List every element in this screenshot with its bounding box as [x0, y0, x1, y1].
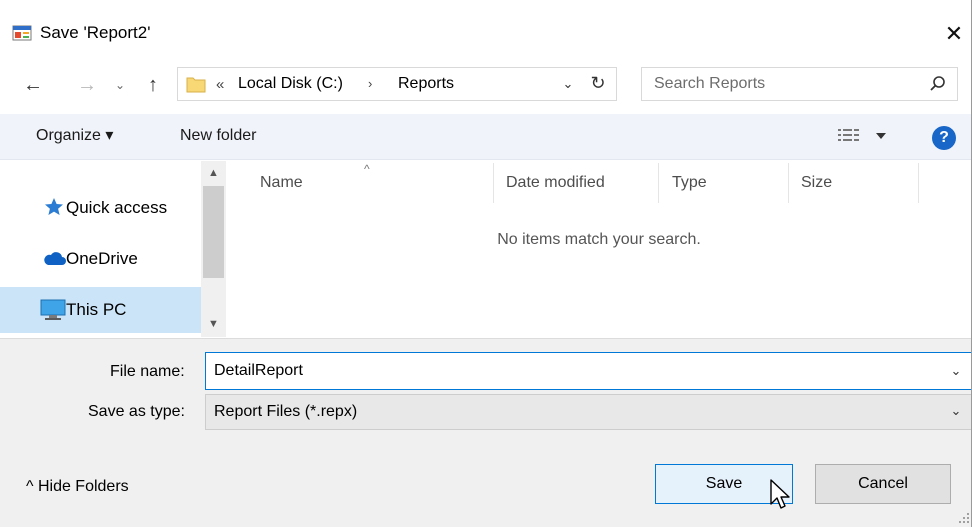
recent-locations-button[interactable]: ⌄ [110, 70, 130, 100]
organize-button[interactable]: Organize ▾ [36, 126, 113, 146]
breadcrumb-local-disk[interactable]: Local Disk (C:) [238, 74, 343, 94]
window-title: Save 'Report2' [40, 23, 151, 42]
sidebar-item-quick-access[interactable]: Quick access [0, 185, 201, 231]
cancel-button[interactable]: Cancel [815, 464, 951, 504]
save-as-type-value[interactable]: Report Files (*.repx) [214, 402, 357, 422]
empty-list-message: No items match your search. [497, 231, 701, 248]
up-button[interactable]: ↑ [138, 70, 168, 100]
save-as-type-dropdown-icon[interactable]: ⌄ [946, 400, 966, 422]
column-divider[interactable] [918, 163, 919, 203]
column-header-name[interactable]: Name [260, 172, 303, 194]
mouse-pointer-icon [770, 479, 790, 509]
sidebar-item-label: Quick access [66, 198, 168, 217]
search-input[interactable] [654, 74, 904, 94]
file-name-input[interactable] [214, 360, 914, 382]
help-button[interactable]: ? [932, 126, 956, 150]
column-divider[interactable] [493, 163, 494, 203]
sidebar-scroll-thumb[interactable] [203, 186, 224, 278]
address-dropdown-icon[interactable]: ⌄ [558, 74, 578, 94]
forward-button[interactable]: → [72, 70, 102, 100]
file-name-label: File name: [110, 363, 185, 380]
computer-icon [40, 299, 66, 320]
file-name-dropdown-icon[interactable]: ⌄ [946, 360, 966, 382]
sidebar-item-label: OneDrive [66, 249, 138, 268]
column-divider[interactable] [658, 163, 659, 203]
resize-grip-icon[interactable] [956, 510, 970, 524]
command-bar [0, 114, 972, 160]
search-icon[interactable] [928, 74, 948, 94]
breadcrumb-overflow[interactable]: « [216, 75, 224, 95]
column-divider[interactable] [788, 163, 789, 203]
back-button[interactable]: ← [18, 70, 48, 100]
hide-folders-button[interactable]: ^ Hide Folders [26, 477, 129, 497]
column-header-size[interactable]: Size [801, 172, 832, 194]
scroll-up-icon[interactable]: ▲ [201, 163, 226, 183]
sort-ascending-icon: ^ [364, 162, 370, 176]
scroll-down-icon[interactable]: ▼ [201, 314, 226, 334]
star-icon [45, 198, 63, 215]
breadcrumb-separator[interactable]: › [368, 74, 372, 94]
refresh-icon[interactable]: ↻ [586, 72, 610, 94]
column-header-date-modified[interactable]: Date modified [506, 172, 605, 194]
new-folder-button[interactable]: New folder [180, 126, 256, 146]
sidebar-item-label: This PC [66, 300, 127, 319]
sidebar-item-this-pc[interactable]: This PC [0, 287, 201, 333]
report-app-icon [12, 25, 32, 41]
folder-icon [186, 77, 206, 93]
close-button[interactable]: ✕ [936, 16, 972, 52]
breadcrumb-reports[interactable]: Reports [398, 74, 454, 94]
save-as-type-label: Save as type: [88, 403, 185, 420]
change-view-icon[interactable] [836, 125, 888, 147]
sidebar-item-onedrive[interactable]: OneDrive [0, 236, 201, 282]
cloud-icon [44, 252, 66, 265]
column-header-type[interactable]: Type [672, 172, 707, 194]
